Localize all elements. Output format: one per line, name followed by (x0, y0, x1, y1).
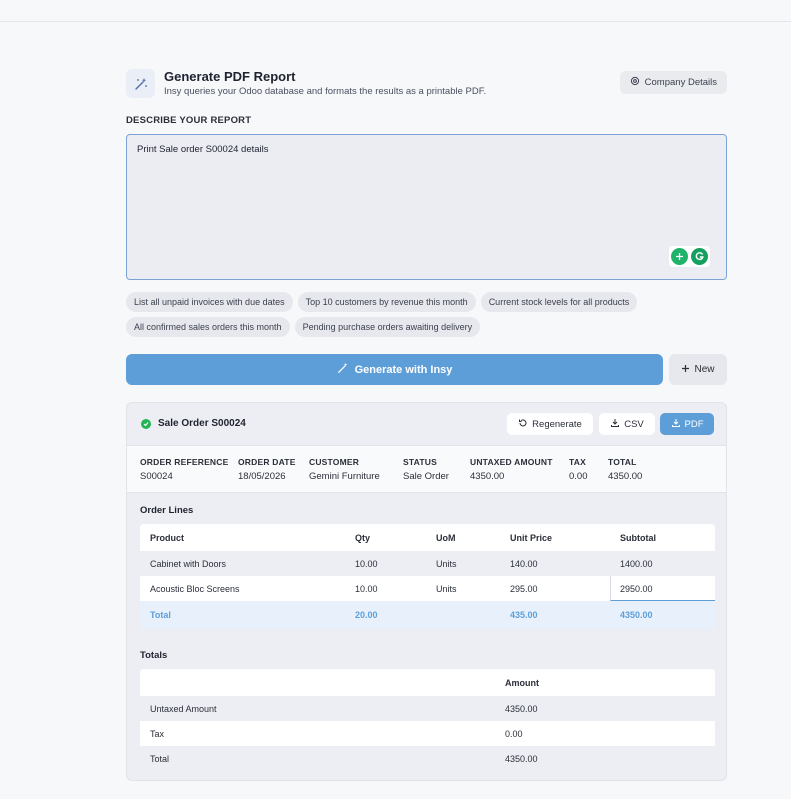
textarea-tools (669, 246, 710, 267)
summary-field: ORDER REFERENCE S00024 (140, 457, 229, 482)
column-header: Unit Price (510, 532, 553, 543)
suggestion-chip[interactable]: Top 10 customers by revenue this month (297, 292, 476, 312)
order-summary: ORDER REFERENCE S00024 ORDER DATE 18/05/… (127, 445, 726, 493)
suggestion-chip[interactable]: Pending purchase orders awaiting deliver… (294, 317, 481, 337)
suggestion-chip[interactable]: All confirmed sales orders this month (126, 317, 290, 337)
table-row: Tax 0.00 (140, 721, 715, 746)
company-details-button[interactable]: Company Details (619, 71, 727, 94)
magic-wand-icon (337, 362, 349, 377)
generate-label: Generate with Insy (354, 363, 453, 376)
suggestion-chip[interactable]: List all unpaid invoices with due dates (126, 292, 293, 312)
column-header: Subtotal (620, 532, 656, 543)
company-details-label: Company Details (644, 77, 717, 88)
column-header: UoM (436, 532, 456, 543)
gear-icon (630, 76, 640, 89)
pdf-download-button[interactable]: PDF (660, 413, 714, 435)
regenerate-label: Regenerate (532, 418, 582, 430)
suggestion-chip[interactable]: Current stock levels for all products (480, 292, 638, 312)
table-header: Product Qty UoM Unit Price Subtotal (140, 524, 715, 551)
summary-field: STATUS Sale Order (403, 457, 449, 482)
grammarly-icon[interactable] (691, 248, 708, 265)
plus-icon (681, 364, 690, 376)
summary-field: CUSTOMER Gemini Furniture (309, 457, 380, 482)
top-bar (0, 0, 791, 22)
lightbulb-icon[interactable] (671, 248, 688, 265)
pdf-label: PDF (684, 418, 704, 430)
check-icon (141, 419, 151, 429)
report-generator: Generate PDF Report Insy queries your Od… (126, 67, 727, 781)
table-row: Cabinet with Doors 10.00 Units 140.00 14… (140, 551, 715, 576)
table-row: Total 4350.00 (140, 746, 715, 771)
table-row: Acoustic Bloc Screens 10.00 Units 295.00… (140, 576, 715, 601)
summary-field: TAX 0.00 (569, 457, 588, 482)
download-icon (671, 418, 681, 431)
report-card: Sale Order S00024 Regenerate CSV PDF ORD… (126, 402, 727, 781)
regenerate-button[interactable]: Regenerate (507, 413, 593, 435)
page-header: Generate PDF Report Insy queries your Od… (126, 67, 727, 100)
new-label: New (694, 364, 715, 375)
column-header: Product (150, 532, 185, 543)
order-lines-table: Product Qty UoM Unit Price Subtotal Cabi… (140, 524, 715, 629)
summary-field: UNTAXED AMOUNT 4350.00 (470, 457, 553, 482)
table-header: Amount (140, 669, 715, 696)
refresh-icon (518, 418, 528, 431)
csv-download-button[interactable]: CSV (599, 413, 655, 435)
column-header: Qty (355, 532, 371, 543)
download-icon (610, 418, 620, 431)
summary-field: TOTAL 4350.00 (608, 457, 643, 482)
suggestion-chips: List all unpaid invoices with due dates … (126, 292, 727, 342)
report-header: Sale Order S00024 Regenerate CSV PDF (127, 403, 726, 445)
column-header: Amount (505, 677, 539, 688)
order-lines-title: Order Lines (140, 505, 194, 516)
page-subtitle: Insy queries your Odoo database and form… (164, 86, 487, 97)
page-title: Generate PDF Report (164, 69, 296, 84)
generate-button[interactable]: Generate with Insy (126, 354, 663, 385)
csv-label: CSV (624, 418, 644, 430)
totals-table: Amount Untaxed Amount 4350.00 Tax 0.00 T… (140, 669, 715, 771)
prompt-input[interactable] (126, 134, 727, 280)
totals-title: Totals (140, 650, 168, 661)
magic-wand-icon (126, 69, 155, 98)
summary-field: ORDER DATE 18/05/2026 (238, 457, 296, 482)
new-button[interactable]: New (669, 354, 727, 385)
prompt-label: DESCRIBE YOUR REPORT (126, 115, 252, 126)
report-title: Sale Order S00024 (158, 418, 246, 429)
table-total-row: Total 20.00 435.00 4350.00 (140, 601, 715, 629)
table-row: Untaxed Amount 4350.00 (140, 696, 715, 721)
